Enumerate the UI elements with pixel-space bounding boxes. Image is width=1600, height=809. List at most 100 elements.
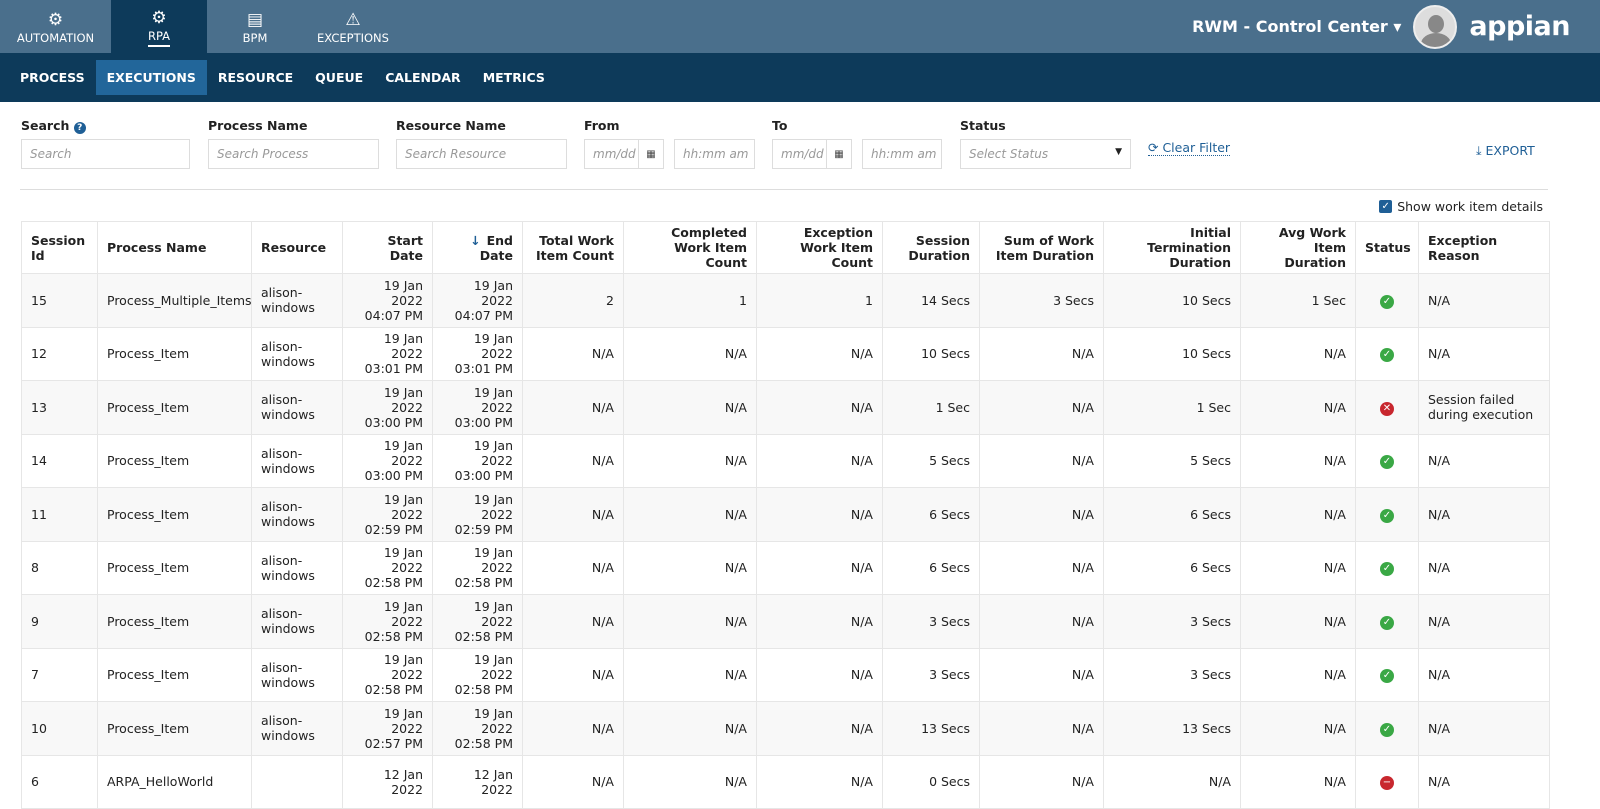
cell-status: ✓ [1355,433,1419,488]
cell-sum-of-work-item-duration: N/A [979,540,1104,595]
tab-label: AUTOMATION [16,30,95,45]
column-header[interactable]: Exception Work Item Count [756,221,883,274]
table-row[interactable]: 14 Process_Item alison-windows 19 Jan 2022 … [21,433,1550,488]
column-header[interactable]: Exception Reason [1418,221,1550,274]
cell-end-date: 19 Jan 2022 02:58 PM [432,540,523,595]
table-row[interactable]: 10 Process_Item alison-windows 19 Jan 2022 … [21,701,1550,756]
search-label: Search [21,118,70,133]
cell-initial-termination-duration: 13 Secs [1103,701,1241,756]
cell-process-name: Process_Item [97,380,252,435]
cell-avg-work-item-duration: N/A [1240,487,1356,542]
clear-filter-link[interactable]: ⟳ Clear Filter [1148,140,1231,156]
column-header-label: Resource [261,240,327,255]
chevron-down-icon: ▼ [1115,147,1122,157]
calendar-icon[interactable]: ▦ [638,140,663,168]
cell-completed-work-item-count: N/A [623,754,757,809]
sort-desc-icon[interactable]: ↓ [470,233,480,248]
show-details-checkbox[interactable]: ✓ Show work item details [1379,199,1543,214]
tab-rpa[interactable]: ⚙ RPA [111,0,207,53]
column-header[interactable]: Total Work Item Count [522,221,624,274]
subtab-queue[interactable]: QUEUE [304,60,374,95]
cell-total-work-item-count: N/A [522,594,624,649]
cell-session-id: 15 [21,273,98,328]
cell-session-id: 11 [21,487,98,542]
checkbox-checked-icon[interactable]: ✓ [1379,200,1393,213]
column-header[interactable]: Sum of Work Item Duration [979,221,1104,274]
success-icon: ✓ [1380,294,1394,309]
cell-status: ✓ [1355,594,1419,649]
executions-table: Session Id Process Name Resource Start Date… [21,221,1550,809]
column-header[interactable]: ↓ End Date [432,221,523,274]
tab-automation[interactable]: ⚙ AUTOMATION [0,0,111,53]
column-header[interactable]: Resource [251,221,343,274]
help-icon[interactable]: ? [73,122,86,134]
date-placeholder: mm/dd [593,147,636,161]
process-search-input[interactable]: Search Process [208,139,379,169]
subtab-metrics[interactable]: METRICS [472,60,556,95]
column-header[interactable]: Completed Work Item Count [623,221,757,274]
status-select[interactable]: Select Status ▼ [960,139,1131,169]
table-row[interactable]: 12 Process_Item alison-windows 19 Jan 2022 … [21,326,1550,381]
cell-exception-reason: N/A [1418,594,1550,649]
cell-completed-work-item-count: N/A [623,701,757,756]
app-switcher[interactable]: RWM - Control Center ▾ [1192,17,1401,36]
column-header[interactable]: Avg Work Item Duration [1240,221,1356,274]
cell-exception-work-item-count: N/A [756,433,883,488]
avatar[interactable] [1413,4,1458,49]
cell-status: ✓ [1355,326,1419,381]
table-row[interactable]: 9 Process_Item alison-windows 19 Jan 2022 0… [21,594,1550,649]
cell-status: − [1355,754,1419,809]
cell-status: ✓ [1355,540,1419,595]
cell-process-name: Process_Item [97,594,252,649]
subtab-executions[interactable]: EXECUTIONS [95,60,207,95]
success-icon: ✓ [1380,615,1394,630]
cell-session-duration: 3 Secs [882,594,980,649]
column-header[interactable]: Process Name [97,221,252,274]
tab-bpm[interactable]: ▤ BPM [207,0,303,53]
search-input[interactable]: Search [21,139,190,169]
column-header-label: Exception Work Item Count [800,225,873,270]
from-time-input[interactable]: hh:mm am [674,139,755,169]
column-header-label: Status [1365,240,1411,255]
cell-resource: alison-windows [251,701,343,756]
show-details-label: Show work item details [1397,199,1543,214]
to-date-input[interactable]: mm/dd ▦ [772,139,852,169]
table-row[interactable]: 7 Process_Item alison-windows 19 Jan 2022 0… [21,647,1550,702]
cell-status: ✓ [1355,273,1419,328]
export-button[interactable]: ⤓ EXPORT [1476,143,1535,159]
cell-resource: alison-windows [251,487,343,542]
table-row[interactable]: 8 Process_Item alison-windows 19 Jan 2022 0… [21,540,1550,595]
column-header-label: Start Date [387,232,423,263]
cell-total-work-item-count: N/A [522,487,624,542]
cell-sum-of-work-item-duration: N/A [979,380,1104,435]
subtab-calendar[interactable]: CALENDAR [374,60,472,95]
cell-exception-reason: N/A [1418,701,1550,756]
column-header[interactable]: Start Date [342,221,433,274]
date-placeholder: mm/dd [781,147,824,161]
cell-initial-termination-duration: 1 Sec [1103,380,1241,435]
column-header[interactable]: Status [1355,221,1419,274]
table-row[interactable]: 11 Process_Item alison-windows 19 Jan 2022 … [21,487,1550,542]
table-row[interactable]: 15 Process_Multiple_Items alison-windows 19… [21,273,1550,328]
subtab-resource[interactable]: RESOURCE [207,60,304,95]
calendar-icon[interactable]: ▦ [826,140,851,168]
table-row[interactable]: 13 Process_Item alison-windows 19 Jan 2022 … [21,380,1550,435]
column-header[interactable]: Session Id [21,221,98,274]
divider [20,189,1548,190]
from-date-input[interactable]: mm/dd ▦ [584,139,664,169]
column-header[interactable]: Session Duration [882,221,980,274]
cell-resource: alison-windows [251,540,343,595]
cell-process-name: Process_Item [97,433,252,488]
resource-search-input[interactable]: Search Resource [396,139,567,169]
cell-completed-work-item-count: N/A [623,594,757,649]
cell-start-date: 19 Jan 2022 02:59 PM [342,487,433,542]
to-time-input[interactable]: hh:mm am [862,139,942,169]
cell-total-work-item-count: N/A [522,433,624,488]
success-icon: ✓ [1380,455,1394,470]
tab-exceptions[interactable]: ⚠ EXCEPTIONS [303,0,403,53]
table-row[interactable]: 6 ARPA_HelloWorld 12 Jan 2022 12 Jan 2022 N/… [21,754,1550,809]
cell-exception-work-item-count: 1 [756,273,883,328]
cell-process-name: Process_Multiple_Items [97,273,252,328]
subtab-process[interactable]: PROCESS [9,60,96,95]
column-header[interactable]: Initial Termination Duration [1103,221,1241,274]
